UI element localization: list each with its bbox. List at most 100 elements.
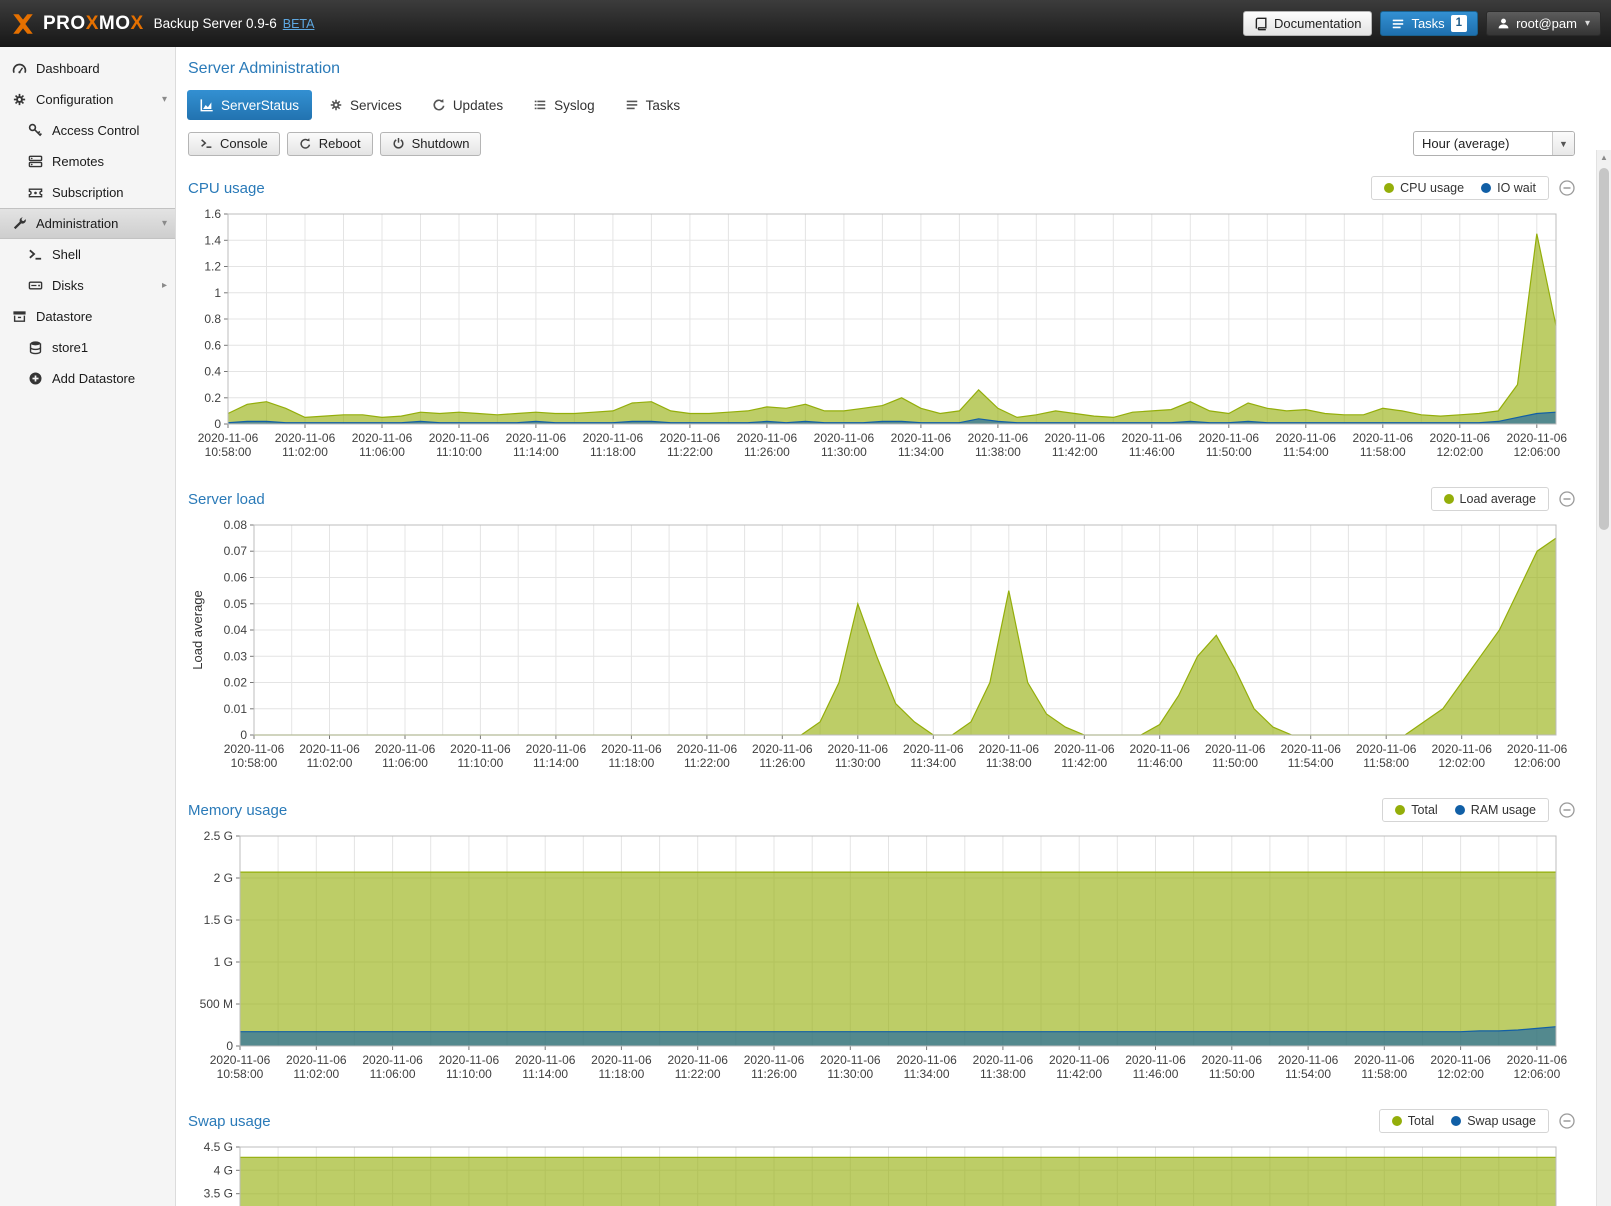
sidebar-item-store1[interactable]: store1 — [0, 332, 175, 363]
svg-text:12:02:00: 12:02:00 — [1437, 1067, 1484, 1081]
proxmox-logo-icon — [10, 11, 36, 37]
svg-text:1 G: 1 G — [214, 955, 233, 969]
svg-text:Load average: Load average — [190, 590, 205, 670]
svg-text:12:02:00: 12:02:00 — [1436, 445, 1483, 459]
svg-text:12:06:00: 12:06:00 — [1514, 756, 1561, 770]
hdd-icon — [27, 278, 44, 293]
proxmox-brand: PROXMOX — [10, 11, 144, 37]
main-content: Server Administration ServerStatus Servi… — [176, 47, 1611, 1206]
svg-text:11:34:00: 11:34:00 — [898, 445, 944, 459]
chevron-down-icon: ▾ — [162, 94, 167, 105]
svg-text:11:54:00: 11:54:00 — [1283, 445, 1329, 459]
legend-dot-green — [1384, 183, 1394, 193]
beta-link[interactable]: BETA — [283, 17, 315, 31]
sidebar-item-dashboard[interactable]: Dashboard — [0, 53, 175, 84]
svg-text:10:58:00: 10:58:00 — [231, 756, 278, 770]
svg-text:2020-11-06: 2020-11-06 — [450, 742, 511, 756]
svg-text:12:02:00: 12:02:00 — [1438, 756, 1485, 770]
collapse-panel-button[interactable] — [1559, 180, 1575, 196]
sidebar-item-shell[interactable]: Shell — [0, 239, 175, 270]
svg-text:2020-11-06: 2020-11-06 — [286, 1053, 347, 1067]
terminal-icon — [200, 137, 213, 150]
tab-tasks[interactable]: Tasks — [612, 90, 694, 120]
shutdown-button[interactable]: Shutdown — [380, 132, 482, 156]
sidebar-item-subscription[interactable]: Subscription — [0, 177, 175, 208]
sidebar-item-datastore[interactable]: Datastore — [0, 301, 175, 332]
svg-text:11:26:00: 11:26:00 — [751, 1067, 797, 1081]
svg-text:0.06: 0.06 — [224, 571, 248, 585]
svg-text:2020-11-06: 2020-11-06 — [439, 1053, 500, 1067]
chart-legend: Load average — [1431, 487, 1549, 511]
tab-serverstatus[interactable]: ServerStatus — [187, 90, 312, 120]
server-load-panel: Server load Load average 00.010.020.030.… — [188, 484, 1575, 775]
svg-text:2020-11-06: 2020-11-06 — [601, 742, 662, 756]
svg-text:11:22:00: 11:22:00 — [675, 1067, 721, 1081]
svg-text:2020-11-06: 2020-11-06 — [375, 742, 436, 756]
svg-text:11:06:00: 11:06:00 — [370, 1067, 416, 1081]
svg-text:11:02:00: 11:02:00 — [307, 756, 353, 770]
timeframe-select[interactable]: Hour (average) ▼ — [1413, 131, 1575, 156]
svg-text:11:14:00: 11:14:00 — [513, 445, 559, 459]
gear-icon — [11, 92, 28, 107]
archive-icon — [11, 309, 28, 324]
database-icon — [27, 340, 44, 355]
svg-text:2020-11-06: 2020-11-06 — [224, 742, 285, 756]
svg-text:2020-11-06: 2020-11-06 — [1276, 431, 1337, 445]
svg-text:2020-11-06: 2020-11-06 — [896, 1053, 957, 1067]
tasks-button[interactable]: Tasks 1 — [1380, 11, 1478, 36]
scrollbar-up-arrow[interactable]: ▲ — [1597, 150, 1611, 165]
server-stack-icon — [27, 154, 44, 169]
svg-text:2020-11-06: 2020-11-06 — [1430, 1053, 1491, 1067]
user-menu-button[interactable]: root@pam ▾ — [1486, 11, 1601, 36]
svg-text:11:10:00: 11:10:00 — [446, 1067, 492, 1081]
svg-text:2020-11-06: 2020-11-06 — [1507, 742, 1568, 756]
svg-text:2020-11-06: 2020-11-06 — [506, 431, 567, 445]
vertical-scrollbar[interactable]: ▲ — [1596, 150, 1611, 1206]
collapse-panel-button[interactable] — [1559, 491, 1575, 507]
sidebar-item-access-control[interactable]: Access Control — [0, 115, 175, 146]
svg-text:0.01: 0.01 — [224, 702, 248, 716]
svg-text:2020-11-06: 2020-11-06 — [737, 431, 798, 445]
collapse-panel-button[interactable] — [1559, 802, 1575, 818]
chevron-down-icon[interactable]: ▼ — [1552, 132, 1574, 155]
terminal-icon — [27, 247, 44, 262]
panel-header: Memory usage Total RAM usage — [188, 795, 1575, 825]
action-toolbar: Console Reboot Shutdown Hour (average) ▼ — [188, 131, 1575, 156]
svg-text:2020-11-06: 2020-11-06 — [752, 742, 813, 756]
svg-text:0.03: 0.03 — [224, 649, 248, 663]
tab-syslog[interactable]: Syslog — [520, 90, 608, 120]
svg-text:2020-11-06: 2020-11-06 — [1430, 431, 1491, 445]
sidebar-item-remotes[interactable]: Remotes — [0, 146, 175, 177]
svg-text:2020-11-06: 2020-11-06 — [1122, 431, 1183, 445]
svg-text:2020-11-06: 2020-11-06 — [1354, 1053, 1415, 1067]
svg-text:2020-11-06: 2020-11-06 — [1278, 1053, 1339, 1067]
sidebar-item-add-datastore[interactable]: Add Datastore — [0, 363, 175, 394]
svg-text:2020-11-06: 2020-11-06 — [1125, 1053, 1186, 1067]
collapse-panel-button[interactable] — [1559, 1113, 1575, 1129]
svg-text:11:18:00: 11:18:00 — [608, 756, 654, 770]
key-icon — [27, 123, 44, 138]
reboot-button[interactable]: Reboot — [287, 132, 373, 156]
svg-text:12:06:00: 12:06:00 — [1513, 445, 1560, 459]
svg-text:11:10:00: 11:10:00 — [436, 445, 482, 459]
svg-text:2020-11-06: 2020-11-06 — [275, 431, 336, 445]
svg-text:1.6: 1.6 — [204, 208, 221, 221]
console-button[interactable]: Console — [188, 132, 280, 156]
user-icon — [1497, 17, 1510, 30]
svg-text:11:54:00: 11:54:00 — [1285, 1067, 1331, 1081]
svg-text:11:34:00: 11:34:00 — [904, 1067, 950, 1081]
svg-text:2020-11-06: 2020-11-06 — [583, 431, 644, 445]
sidebar-item-administration[interactable]: Administration ▾ — [0, 208, 175, 239]
scrollbar-thumb[interactable] — [1599, 168, 1609, 530]
wrench-icon — [11, 216, 28, 231]
tab-services[interactable]: Services — [316, 90, 415, 120]
svg-text:0: 0 — [214, 417, 221, 431]
svg-text:2020-11-06: 2020-11-06 — [1045, 431, 1106, 445]
tab-updates[interactable]: Updates — [419, 90, 516, 120]
svg-text:500 M: 500 M — [200, 997, 233, 1011]
sidebar-item-configuration[interactable]: Configuration ▾ — [0, 84, 175, 115]
svg-text:2020-11-06: 2020-11-06 — [828, 742, 889, 756]
legend-dot-green — [1392, 1116, 1402, 1126]
sidebar-item-disks[interactable]: Disks ▸ — [0, 270, 175, 301]
documentation-button[interactable]: Documentation — [1243, 11, 1372, 36]
